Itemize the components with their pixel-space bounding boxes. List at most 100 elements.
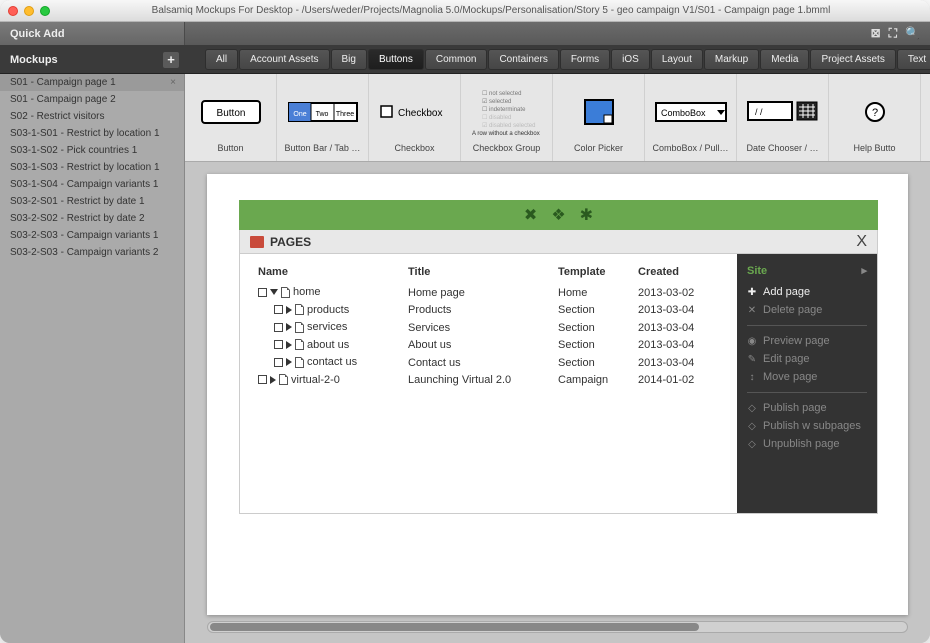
checkbox-icon[interactable] — [258, 375, 267, 384]
row-name: about us — [307, 339, 349, 351]
row-title: Services — [404, 319, 554, 337]
library-item-help[interactable]: ?Help Butto — [829, 74, 921, 161]
svg-text:One: One — [293, 111, 306, 118]
sidebar-item[interactable]: S03-1-S04 - Campaign variants 1 — [0, 176, 184, 193]
sidebar-item[interactable]: S03-1-S03 - Restrict by location 1 — [0, 159, 184, 176]
filter-tab-common[interactable]: Common — [425, 49, 488, 70]
library-item-bbar[interactable]: OneTwoThreeButton Bar / Tab … — [277, 74, 369, 161]
sidebar-item[interactable]: S03-2-S03 - Campaign variants 1 — [0, 227, 184, 244]
expand-icon[interactable] — [286, 306, 292, 314]
library-item-cbgroup[interactable]: ☐ not selected☑ selected☐ indeterminate☐… — [461, 74, 553, 161]
chevron-right-icon[interactable]: ▸ — [861, 264, 867, 277]
sidebar-item[interactable]: S03-2-S03 - Campaign variants 2 — [0, 244, 184, 261]
filter-tab-markup[interactable]: Markup — [704, 49, 759, 70]
filter-tab-account-assets[interactable]: Account Assets — [239, 49, 329, 70]
filter-tab-layout[interactable]: Layout — [651, 49, 703, 70]
library-item-checkbox[interactable]: CheckboxCheckbox — [369, 74, 461, 161]
sidebar-item[interactable]: S02 - Restrict visitors — [0, 108, 184, 125]
tools-icon: ✖ — [524, 205, 537, 225]
action-publish-w-subpages: ◇Publish w subpages — [747, 417, 867, 435]
checkbox-icon[interactable] — [274, 358, 283, 367]
checkbox-icon[interactable] — [274, 305, 283, 314]
checkbox-icon[interactable] — [274, 340, 283, 349]
table-row[interactable]: servicesServicesSection2013-03-04 — [254, 319, 723, 337]
row-name: contact us — [307, 356, 357, 368]
row-created: 2013-03-04 — [634, 354, 723, 372]
filter-tab-all[interactable]: All — [205, 49, 238, 70]
sidebar-item[interactable]: S03-2-S02 - Restrict by date 2 — [0, 210, 184, 227]
pages-table: Name Title Template Created homeHome pag… — [240, 254, 737, 513]
mockup-toolbar: ✖ ❖ ✱ — [239, 200, 878, 230]
library-item-label: ComboBox / Pull… — [652, 143, 728, 153]
add-mockup-button[interactable]: + — [163, 52, 179, 68]
checkbox-icon[interactable] — [274, 323, 283, 332]
row-name: services — [307, 321, 347, 333]
table-row[interactable]: productsProductsSection2013-03-04 — [254, 302, 723, 320]
page-icon — [279, 374, 288, 385]
expand-icon[interactable] — [286, 358, 292, 366]
quick-add-button[interactable]: Quick Add — [0, 22, 185, 45]
table-row[interactable]: contact usContact usSection2013-03-04 — [254, 354, 723, 372]
row-template: Section — [554, 319, 634, 337]
filter-tab-text[interactable]: Text — [897, 49, 930, 70]
library-item-label: Date Chooser / … — [746, 143, 818, 153]
mockups-sidebar: S01 - Campaign page 1×S01 - Campaign pag… — [0, 74, 185, 643]
row-template: Section — [554, 337, 634, 355]
actions-sidepanel: Site▸ ✚Add page✕Delete page◉Preview page… — [737, 254, 877, 513]
row-template: Section — [554, 302, 634, 320]
component-library: ButtonButtonOneTwoThreeButton Bar / Tab … — [185, 74, 930, 162]
svg-text:☐ not selected: ☐ not selected — [482, 90, 521, 97]
toggle-panels-icon[interactable]: ⊠ — [871, 26, 881, 41]
table-row[interactable]: homeHome pageHome2013-03-02 — [254, 284, 723, 302]
library-item-color[interactable]: Color Picker — [553, 74, 645, 161]
row-title: About us — [404, 337, 554, 355]
close-tab-icon[interactable]: × — [170, 77, 176, 88]
svg-text:Two: Two — [315, 111, 328, 118]
action-preview-page: ◉Preview page — [747, 332, 867, 350]
table-row[interactable]: about usAbout usSection2013-03-04 — [254, 337, 723, 355]
action-icon: ◇ — [747, 421, 757, 432]
horizontal-scrollbar[interactable] — [207, 621, 908, 633]
expand-icon[interactable] — [270, 376, 276, 384]
filter-tab-project-assets[interactable]: Project Assets — [810, 49, 895, 70]
action-add-page[interactable]: ✚Add page — [747, 283, 867, 301]
expand-icon[interactable] — [286, 323, 292, 331]
sidebar-item[interactable]: S03-1-S02 - Pick countries 1 — [0, 142, 184, 159]
action-icon: ↕ — [747, 372, 757, 383]
close-icon[interactable]: X — [856, 233, 867, 251]
action-edit-page: ✎Edit page — [747, 350, 867, 368]
svg-text:☑ disabled selected: ☑ disabled selected — [482, 122, 535, 129]
sidebar-item[interactable]: S01 - Campaign page 2 — [0, 91, 184, 108]
filter-row: Mockups + AllAccount AssetsBigButtonsCom… — [0, 46, 930, 74]
canvas[interactable]: ✖ ❖ ✱ PAGES X Name — [207, 174, 908, 615]
fullscreen-icon[interactable]: ⛶ — [889, 26, 897, 41]
expand-icon[interactable] — [286, 341, 292, 349]
filter-tab-buttons[interactable]: Buttons — [368, 49, 424, 70]
table-row[interactable]: virtual-2-0Launching Virtual 2.0Campaign… — [254, 372, 723, 390]
close-traffic-light[interactable] — [8, 6, 18, 16]
search-icon[interactable]: 🔍 — [905, 26, 920, 41]
library-item-date[interactable]: / /Date Chooser / … — [737, 74, 829, 161]
row-template: Campaign — [554, 372, 634, 390]
sidebar-item[interactable]: S03-2-S01 - Restrict by date 1 — [0, 193, 184, 210]
row-title: Products — [404, 302, 554, 320]
action-icon: ✚ — [747, 287, 757, 298]
library-item-combo[interactable]: ComboBoxComboBox / Pull… — [645, 74, 737, 161]
svg-text:?: ? — [871, 107, 877, 119]
sidebar-item[interactable]: S01 - Campaign page 1× — [0, 74, 184, 91]
canvas-area: ✖ ❖ ✱ PAGES X Name — [185, 162, 930, 643]
row-created: 2014-01-02 — [634, 372, 723, 390]
window-titlebar: Balsamiq Mockups For Desktop - /Users/we… — [0, 0, 930, 22]
filter-tab-big[interactable]: Big — [331, 49, 367, 70]
filter-tab-ios[interactable]: iOS — [611, 49, 650, 70]
filter-tab-forms[interactable]: Forms — [560, 49, 610, 70]
filter-tab-media[interactable]: Media — [760, 49, 809, 70]
filter-tab-containers[interactable]: Containers — [488, 49, 558, 70]
checkbox-icon[interactable] — [258, 288, 267, 297]
expand-icon[interactable] — [270, 289, 278, 295]
sidebar-item[interactable]: S03-1-S01 - Restrict by location 1 — [0, 125, 184, 142]
svg-text:☑ selected: ☑ selected — [482, 98, 511, 105]
library-item-button[interactable]: ButtonButton — [185, 74, 277, 161]
minimize-traffic-light[interactable] — [24, 6, 34, 16]
zoom-traffic-light[interactable] — [40, 6, 50, 16]
